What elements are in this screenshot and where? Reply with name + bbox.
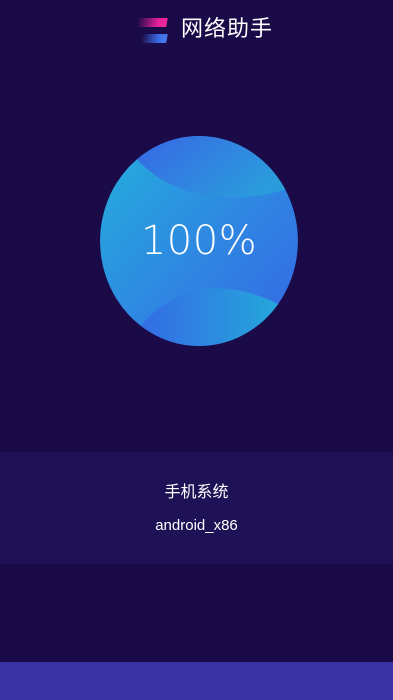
- progress-orb: 100%: [100, 136, 298, 346]
- progress-percent: 100%: [140, 218, 258, 264]
- bottom-bar[interactable]: [0, 662, 393, 700]
- system-info-label: 手机系统: [164, 482, 229, 501]
- app-logo-icon: [136, 18, 168, 44]
- app-header: 网络助手: [0, 0, 393, 62]
- app-title: 网络助手: [181, 17, 274, 42]
- logo-bar-bottom: [140, 34, 168, 43]
- system-info-value: android_x86: [155, 517, 238, 534]
- logo-bar-top: [136, 18, 168, 27]
- system-info-panel: 手机系统 android_x86: [0, 452, 393, 564]
